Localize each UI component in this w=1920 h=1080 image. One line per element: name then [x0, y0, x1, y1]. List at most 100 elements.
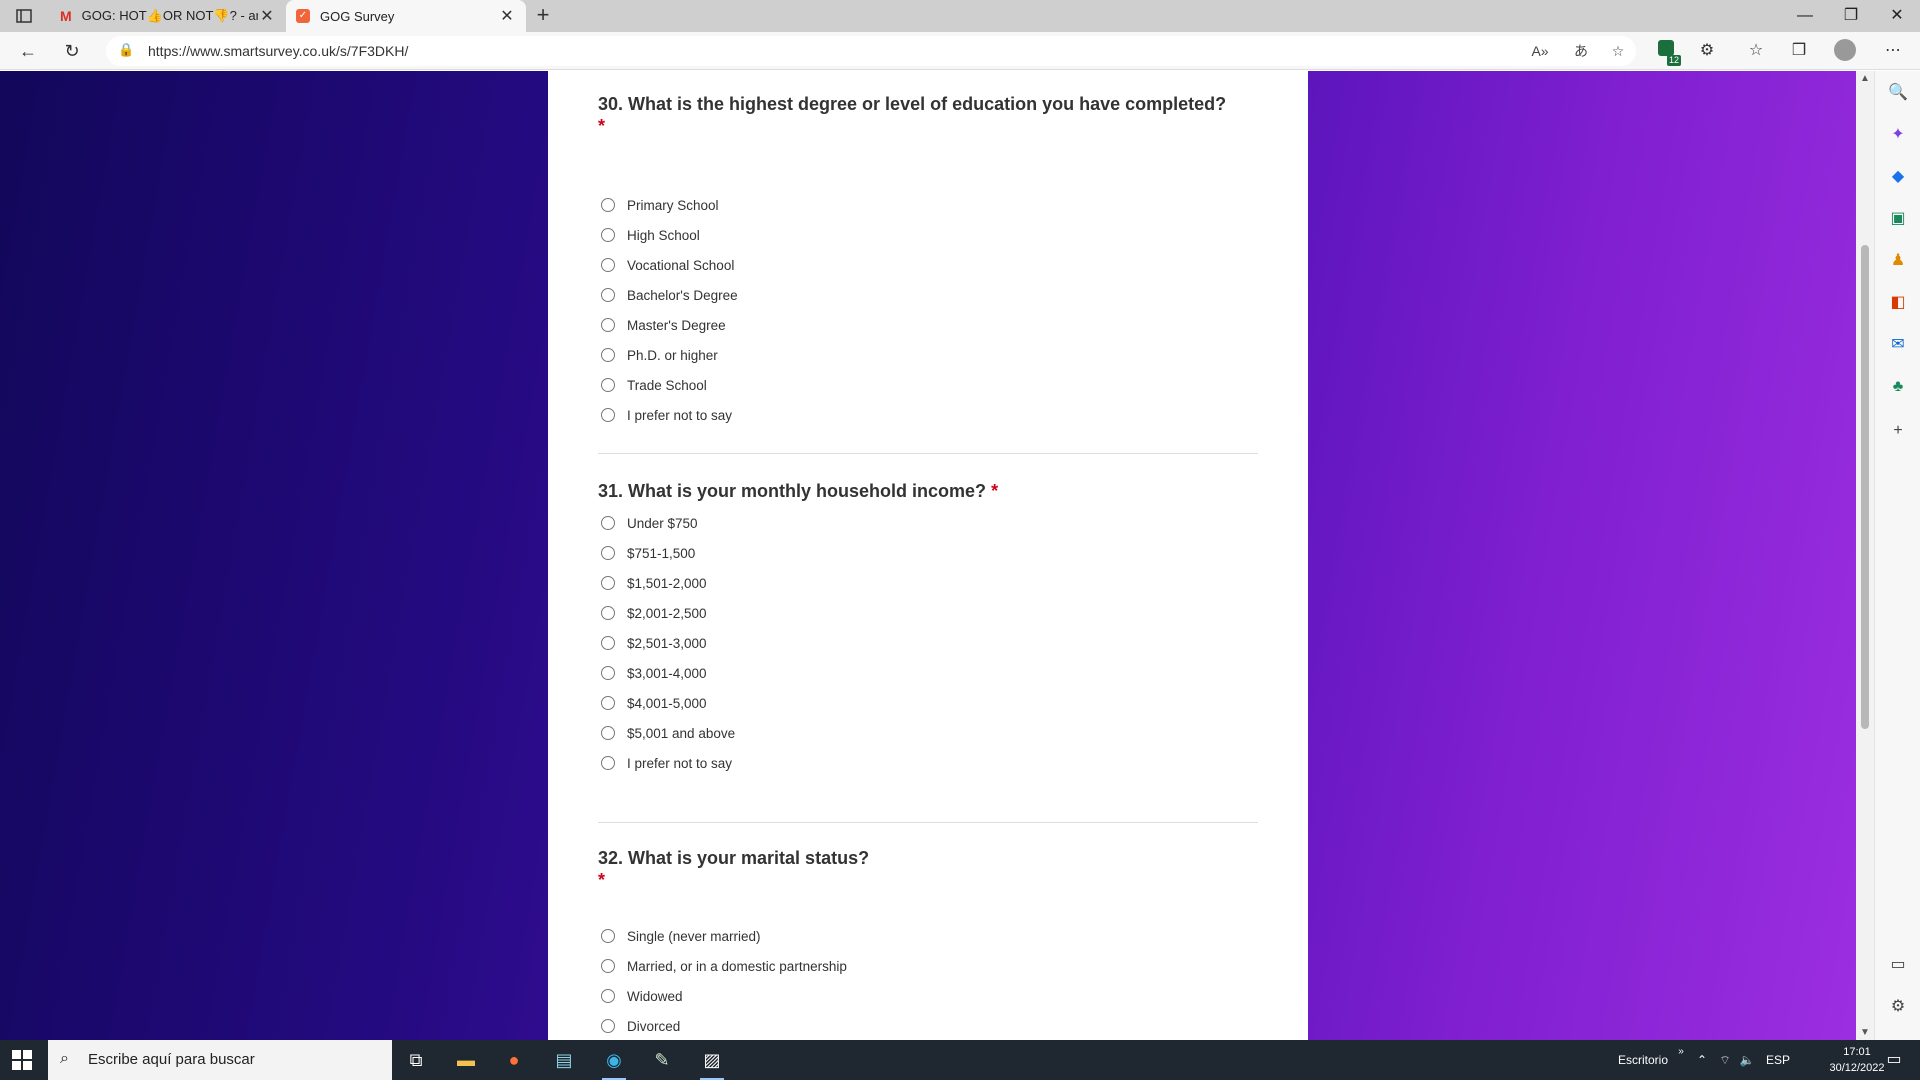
survey-card: 30. What is the highest degree or level … — [548, 71, 1308, 1040]
option-prefer-not-to-say[interactable]: I prefer not to say — [598, 752, 732, 774]
refresh-button[interactable]: ↻ — [58, 38, 86, 64]
option-bachelors-degree[interactable]: Bachelor's Degree — [598, 284, 738, 306]
radio-button[interactable] — [601, 756, 615, 770]
radio-button[interactable] — [601, 546, 615, 560]
edge-icon[interactable]: ◉ — [598, 1046, 630, 1080]
collections-icon[interactable]: ❒ — [1786, 40, 1812, 62]
add-icon[interactable]: + — [1886, 419, 1910, 443]
page-scrollbar[interactable]: ▲ ▼ — [1856, 71, 1874, 1040]
lock-icon[interactable]: 🔒 — [118, 42, 134, 58]
radio-button[interactable] — [601, 516, 615, 530]
option-prefer-not-to-say[interactable]: I prefer not to say — [598, 404, 732, 426]
network-icon[interactable]: ⌔ — [1714, 1040, 1736, 1080]
scroll-up-icon[interactable]: ▲ — [1860, 73, 1870, 84]
tab-close-icon[interactable]: ✕ — [258, 6, 276, 26]
required-mark: * — [598, 116, 606, 136]
option-primary-school[interactable]: Primary School — [598, 194, 719, 216]
toolbar-expand-icon[interactable]: » — [1674, 1040, 1688, 1080]
radio-button[interactable] — [601, 258, 615, 272]
radio-button[interactable] — [601, 726, 615, 740]
taskbar-search-box[interactable]: ⌕ Escribe aquí para buscar — [48, 1040, 392, 1080]
volume-icon[interactable]: 🔈 — [1736, 1040, 1758, 1080]
radio-button[interactable] — [601, 348, 615, 362]
add-favorite-icon[interactable]: ☆ — [1606, 41, 1630, 61]
extension-badge-icon[interactable]: 12 — [1653, 40, 1681, 66]
file-explorer-icon[interactable]: ▬ — [450, 1046, 482, 1074]
option-5001-above[interactable]: $5,001 and above — [598, 722, 735, 744]
option-751-1500[interactable]: $751-1,500 — [598, 542, 695, 564]
radio-button[interactable] — [601, 408, 615, 422]
restore-button[interactable]: ❐ — [1828, 0, 1874, 32]
radio-button[interactable] — [601, 198, 615, 212]
option-4001-5000[interactable]: $4,001-5,000 — [598, 692, 707, 714]
option-phd[interactable]: Ph.D. or higher — [598, 344, 718, 366]
option-divorced[interactable]: Divorced — [598, 1015, 680, 1037]
option-high-school[interactable]: High School — [598, 224, 700, 246]
radio-button[interactable] — [601, 1019, 615, 1033]
start-button[interactable] — [12, 1050, 32, 1070]
tab-close-icon[interactable]: ✕ — [498, 6, 516, 26]
radio-button[interactable] — [601, 666, 615, 680]
favorites-icon[interactable]: ☆ — [1743, 40, 1769, 62]
read-aloud-icon[interactable]: A» — [1528, 41, 1552, 61]
radio-button[interactable] — [601, 378, 615, 392]
office-icon[interactable]: ◧ — [1886, 291, 1910, 315]
tab-gog-survey[interactable]: ✓ GOG Survey ✕ — [286, 0, 526, 32]
close-window-button[interactable]: ✕ — [1874, 0, 1920, 32]
games-icon[interactable]: ♟ — [1886, 249, 1910, 273]
radio-button[interactable] — [601, 636, 615, 650]
option-1501-2000[interactable]: $1,501-2,000 — [598, 572, 707, 594]
option-under-750[interactable]: Under $750 — [598, 512, 698, 534]
option-3001-4000[interactable]: $3,001-4,000 — [598, 662, 707, 684]
more-menu-icon[interactable]: ⋯ — [1880, 40, 1906, 62]
question-31: 31. What is your monthly household incom… — [598, 480, 1258, 771]
radio-button[interactable] — [601, 696, 615, 710]
settings-gear-icon[interactable]: ⚙ — [1886, 995, 1910, 1019]
browser-toolbar: ← ↻ 🔒 https://www.smartsurvey.co.uk/s/7F… — [0, 32, 1920, 70]
radio-button[interactable] — [601, 959, 615, 973]
radio-button[interactable] — [601, 929, 615, 943]
chevron-up-icon[interactable]: ⌃ — [1692, 1040, 1712, 1080]
desktop-toolbar-label[interactable]: Escritorio — [1612, 1040, 1674, 1080]
radio-button[interactable] — [601, 318, 615, 332]
required-mark: * — [598, 870, 606, 890]
notifications-icon[interactable]: ▭ — [1876, 1040, 1912, 1080]
paint-icon[interactable]: ✎ — [646, 1046, 678, 1074]
discover-icon[interactable]: ✦ — [1886, 123, 1910, 147]
back-button[interactable]: ← — [14, 38, 42, 64]
option-2501-3000[interactable]: $2,501-3,000 — [598, 632, 707, 654]
language-indicator[interactable]: ESP — [1762, 1040, 1794, 1080]
tab-gmail[interactable]: M GOG: HOT👍OR NOT👎? - arruabarrenagabrie… — [50, 0, 286, 32]
notepad-icon[interactable]: ▤ — [548, 1046, 580, 1074]
translate-icon[interactable]: あ — [1569, 41, 1593, 61]
shopping-icon[interactable]: ◆ — [1886, 165, 1910, 189]
tab-actions-icon[interactable] — [10, 6, 38, 26]
radio-button[interactable] — [601, 576, 615, 590]
radio-button[interactable] — [601, 606, 615, 620]
option-widowed[interactable]: Widowed — [598, 985, 683, 1007]
tools-icon[interactable]: ▣ — [1886, 207, 1910, 231]
option-married[interactable]: Married, or in a domestic partnership — [598, 955, 847, 977]
profile-avatar[interactable] — [1834, 39, 1856, 61]
option-single[interactable]: Single (never married) — [598, 925, 761, 947]
radio-button[interactable] — [601, 228, 615, 242]
firefox-icon[interactable]: ● — [498, 1046, 530, 1074]
tree-icon[interactable]: ♣ — [1886, 375, 1910, 399]
photos-icon[interactable]: ▨ — [696, 1046, 728, 1080]
minimize-button[interactable]: — — [1782, 0, 1828, 32]
new-tab-button[interactable]: + — [530, 4, 556, 28]
task-view-icon[interactable]: ⧉ — [400, 1046, 432, 1074]
option-vocational-school[interactable]: Vocational School — [598, 254, 734, 276]
option-2001-2500[interactable]: $2,001-2,500 — [598, 602, 707, 624]
outlook-icon[interactable]: ✉ — [1886, 333, 1910, 357]
scroll-down-icon[interactable]: ▼ — [1860, 1027, 1870, 1038]
option-trade-school[interactable]: Trade School — [598, 374, 707, 396]
radio-button[interactable] — [601, 989, 615, 1003]
scrollbar-thumb[interactable] — [1861, 245, 1869, 729]
sidebar-layout-icon[interactable]: ▭ — [1886, 953, 1910, 977]
search-icon[interactable]: 🔍 — [1886, 81, 1910, 105]
extensions-icon[interactable]: ⚙ — [1694, 40, 1720, 62]
radio-button[interactable] — [601, 288, 615, 302]
address-bar[interactable]: 🔒 https://www.smartsurvey.co.uk/s/7F3DKH… — [106, 36, 1636, 66]
option-masters-degree[interactable]: Master's Degree — [598, 314, 726, 336]
